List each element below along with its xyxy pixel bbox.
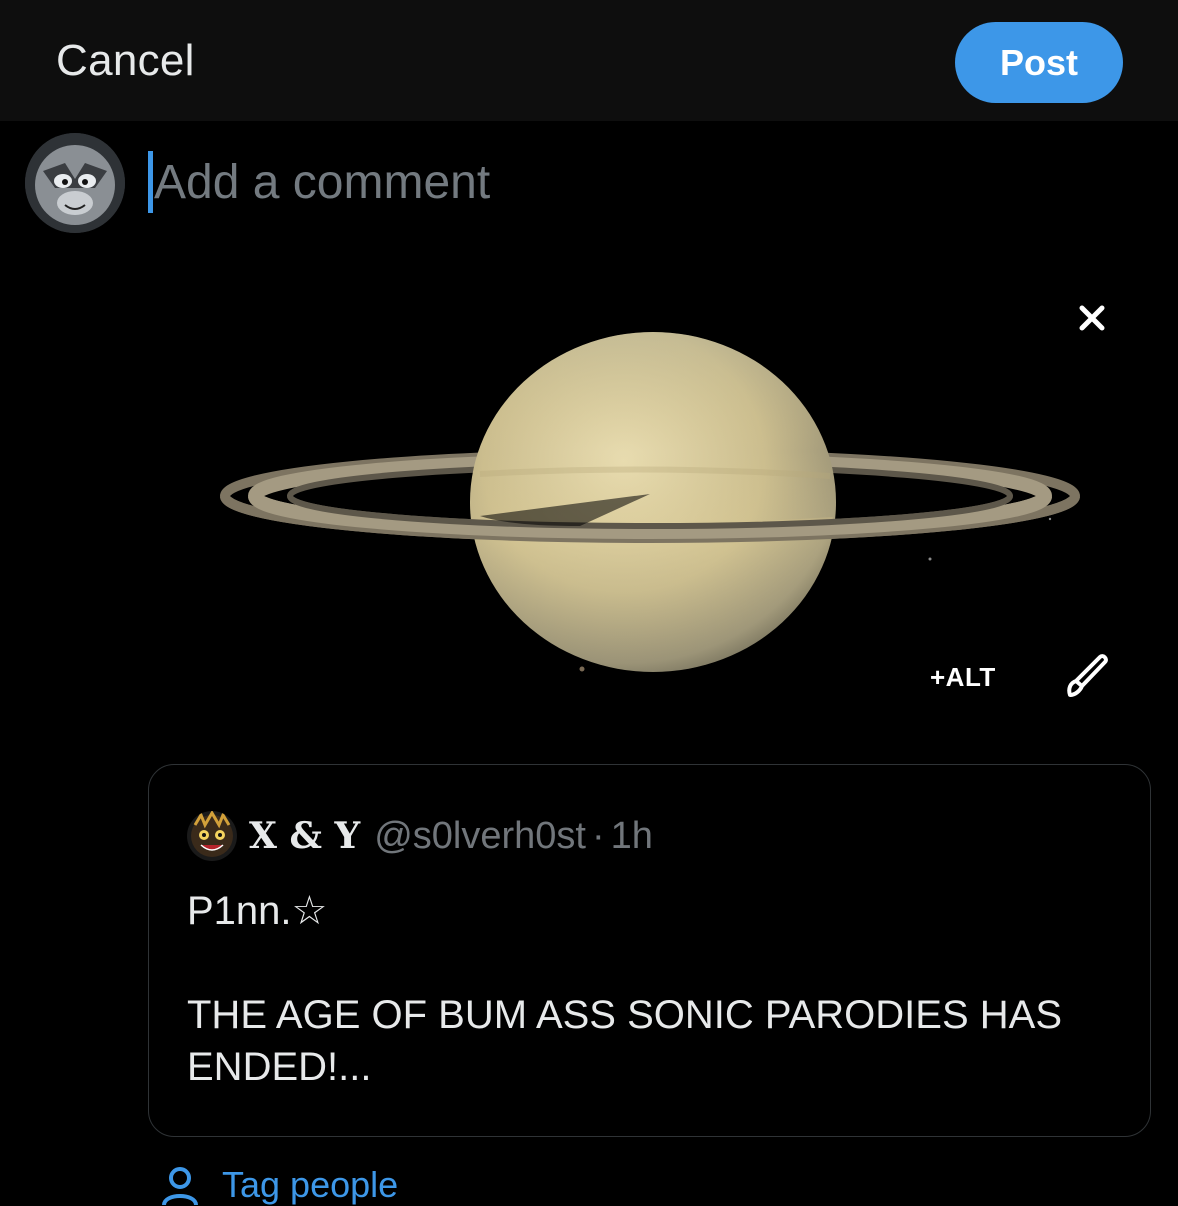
post-button[interactable]: Post <box>955 22 1123 103</box>
quoted-post[interactable]: X & Y @s0lverh0st · 1h P1nn.☆ THE AGE OF… <box>148 764 1151 1137</box>
avatar[interactable] <box>25 133 125 233</box>
alt-text-button[interactable]: +ALT <box>930 662 996 693</box>
edit-media-button[interactable] <box>1060 649 1116 705</box>
avatar-image <box>25 133 125 233</box>
quoted-header: X & Y @s0lverh0st · 1h <box>249 811 653 861</box>
top-bar: Cancel Post <box>0 0 1178 121</box>
media-attachment[interactable]: +ALT <box>150 264 1130 734</box>
person-icon <box>162 1167 198 1205</box>
quoted-display-name: X & Y <box>249 815 361 857</box>
quoted-text: P1nn.☆ THE AGE OF BUM ASS SONIC PARODIES… <box>187 889 1062 1089</box>
quoted-avatar-image <box>187 811 237 861</box>
cancel-button[interactable]: Cancel <box>56 36 195 86</box>
quoted-handle: @s0lverh0st <box>374 814 586 857</box>
quoted-avatar <box>187 811 237 861</box>
separator: · <box>591 814 605 857</box>
quoted-timestamp: 1h <box>610 814 653 857</box>
pencil-icon <box>1067 654 1108 697</box>
close-icon <box>1079 305 1105 331</box>
comment-input[interactable] <box>148 150 974 214</box>
remove-media-button[interactable] <box>1069 295 1115 341</box>
